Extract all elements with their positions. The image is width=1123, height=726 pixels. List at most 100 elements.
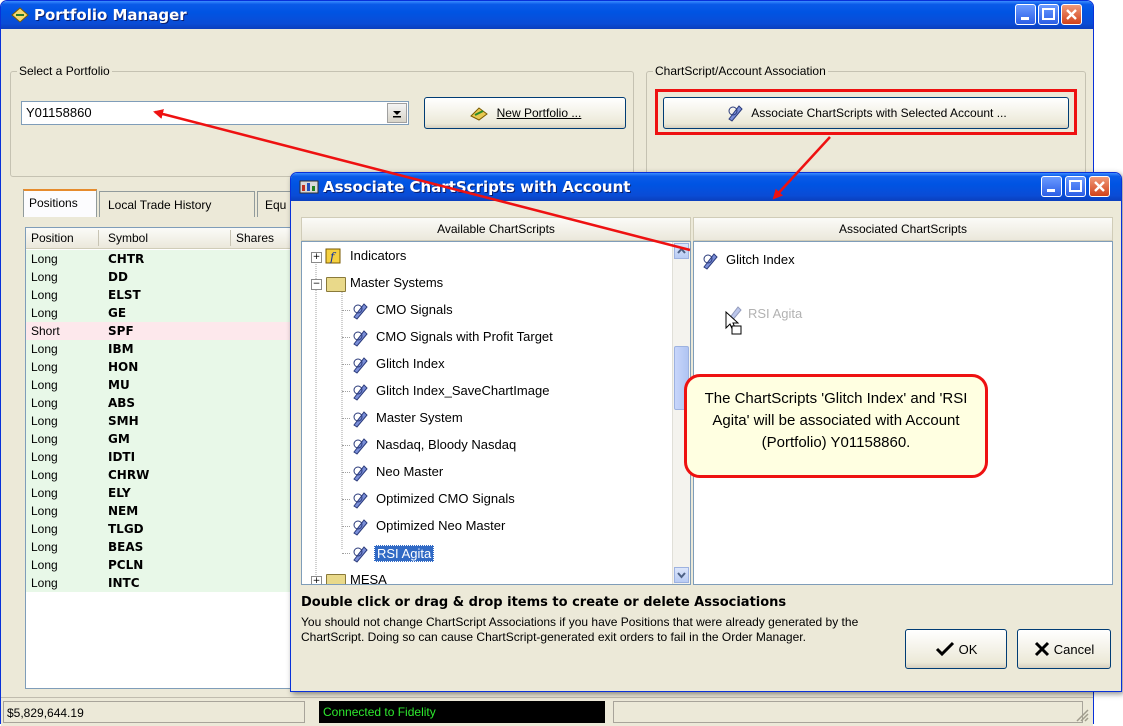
chartscript-icon bbox=[350, 436, 370, 459]
tab-equity-label: Equ bbox=[265, 198, 287, 212]
table-row[interactable]: Long TLGD bbox=[26, 520, 300, 538]
cell-symbol: IBM bbox=[108, 342, 134, 356]
close-icon bbox=[1066, 9, 1077, 20]
close-icon bbox=[1094, 181, 1105, 192]
cell-position: Long bbox=[31, 414, 58, 428]
table-row[interactable]: Long PCLN bbox=[26, 556, 300, 574]
table-row[interactable]: Long BEAS bbox=[26, 538, 300, 556]
new-portfolio-label: New Portfolio ... bbox=[496, 106, 582, 120]
cell-position: Long bbox=[31, 576, 58, 590]
associate-chartscripts-dialog: Associate ChartScripts with Account Avai… bbox=[290, 172, 1122, 692]
expand-mesa-toggle[interactable]: + bbox=[311, 576, 322, 584]
resize-grip-icon[interactable] bbox=[1075, 708, 1089, 722]
table-row[interactable]: Long IDTI bbox=[26, 448, 300, 466]
tab-local-trade-history[interactable]: Local Trade History bbox=[99, 191, 255, 217]
chartscript-icon bbox=[350, 463, 370, 486]
chartscript-icon bbox=[350, 544, 370, 567]
cell-position: Long bbox=[31, 504, 58, 518]
status-portfolio-value: $5,829,644.19 bbox=[7, 706, 84, 720]
dialog-close-button[interactable] bbox=[1089, 176, 1110, 197]
dialog-title: Associate ChartScripts with Account bbox=[323, 178, 631, 196]
dialog-minimize-button[interactable] bbox=[1041, 176, 1062, 197]
chevron-down-icon bbox=[677, 572, 686, 579]
dialog-title-bar[interactable]: Associate ChartScripts with Account bbox=[291, 173, 1121, 201]
table-row[interactable]: LongCHTR2, bbox=[26, 250, 300, 268]
tab-positions[interactable]: Positions bbox=[23, 189, 97, 217]
dialog-app-icon bbox=[299, 179, 319, 198]
cell-symbol: DD bbox=[108, 270, 128, 284]
cell-position: Long bbox=[31, 468, 58, 482]
chevron-down-icon bbox=[393, 111, 401, 118]
cell-position: Long bbox=[31, 522, 58, 536]
table-row[interactable]: ShortSPF1, bbox=[26, 322, 300, 340]
minimize-icon bbox=[1021, 17, 1029, 20]
associated-chartscripts-list[interactable]: Glitch Index RSI Agita The ChartScripts … bbox=[684, 241, 1113, 585]
chartscript-icon bbox=[350, 328, 370, 351]
cell-position: Long bbox=[31, 342, 58, 356]
table-row[interactable]: LongIBM1, bbox=[26, 340, 300, 358]
cell-position: Long bbox=[31, 360, 58, 374]
table-row[interactable]: Long INTC bbox=[26, 574, 300, 592]
column-header-position[interactable]: Position bbox=[31, 231, 74, 245]
cell-position: Long bbox=[31, 252, 58, 266]
association-group-label: ChartScript/Account Association bbox=[653, 64, 828, 78]
table-row[interactable]: Long CHRW bbox=[26, 466, 300, 484]
positions-list[interactable]: Position Symbol Shares LongCHTR2,LongDD2… bbox=[25, 227, 301, 689]
cell-symbol: IDTI bbox=[108, 450, 136, 464]
table-row[interactable]: LongELST1, bbox=[26, 286, 300, 304]
available-chartscripts-tree[interactable]: + f Indicators − Master Systems CMO Sign… bbox=[301, 241, 691, 585]
main-title-bar[interactable]: Portfolio Manager bbox=[1, 1, 1093, 29]
chartscript-icon bbox=[350, 355, 370, 378]
positions-header: Position Symbol Shares bbox=[26, 228, 300, 249]
close-button[interactable] bbox=[1061, 4, 1082, 25]
portfolio-combobox-value: Y01158860 bbox=[26, 105, 92, 120]
cell-position: Long bbox=[31, 486, 58, 500]
maximize-icon bbox=[1069, 180, 1082, 192]
scroll-down-button[interactable] bbox=[674, 567, 689, 583]
ok-button[interactable]: OK bbox=[905, 629, 1007, 669]
cell-symbol: INTC bbox=[108, 576, 140, 590]
main-window-title: Portfolio Manager bbox=[34, 6, 187, 24]
select-portfolio-label: Select a Portfolio bbox=[17, 64, 112, 78]
table-row[interactable]: LongABS1, bbox=[26, 394, 300, 412]
combobox-dropdown-button[interactable] bbox=[387, 103, 407, 123]
maximize-button[interactable] bbox=[1038, 4, 1059, 25]
cell-symbol: SPF bbox=[108, 324, 134, 338]
cell-symbol: BEAS bbox=[108, 540, 144, 554]
table-row[interactable]: LongHON1, bbox=[26, 358, 300, 376]
column-header-symbol[interactable]: Symbol bbox=[108, 231, 148, 245]
portfolio-combobox[interactable]: Y01158860 bbox=[21, 101, 409, 125]
associate-button-highlight bbox=[655, 89, 1077, 135]
cell-symbol: GM bbox=[108, 432, 130, 446]
column-header-shares[interactable]: Shares bbox=[236, 231, 274, 245]
expand-indicators-toggle[interactable]: + bbox=[311, 252, 322, 263]
tab-positions-label: Positions bbox=[29, 196, 78, 210]
cell-position: Long bbox=[31, 378, 58, 392]
cell-position: Short bbox=[31, 324, 60, 338]
collapse-master-systems-toggle[interactable]: − bbox=[311, 279, 322, 290]
chartscript-icon bbox=[350, 490, 370, 513]
cell-position: Long bbox=[31, 270, 58, 284]
table-row[interactable]: LongMU1, bbox=[26, 376, 300, 394]
cell-symbol: HON bbox=[108, 360, 139, 374]
table-row[interactable]: Long GM bbox=[26, 430, 300, 448]
cell-position: Long bbox=[31, 558, 58, 572]
cancel-button[interactable]: Cancel bbox=[1017, 629, 1111, 669]
table-row[interactable]: Long ELY bbox=[26, 484, 300, 502]
chartscript-icon bbox=[350, 517, 370, 540]
table-row[interactable]: LongDD2, bbox=[26, 268, 300, 286]
scroll-up-button[interactable] bbox=[674, 243, 689, 259]
cell-position: Long bbox=[31, 306, 58, 320]
cell-symbol: GE bbox=[108, 306, 127, 320]
available-chartscripts-header: Available ChartScripts bbox=[301, 217, 691, 241]
minimize-button[interactable] bbox=[1015, 4, 1036, 25]
chartscript-icon bbox=[350, 409, 370, 432]
table-row[interactable]: LongSMH1, bbox=[26, 412, 300, 430]
x-mark-icon bbox=[1034, 641, 1049, 657]
table-row[interactable]: Long NEM bbox=[26, 502, 300, 520]
new-portfolio-button[interactable]: New Portfolio ... bbox=[424, 97, 626, 129]
table-row[interactable]: LongGE1, bbox=[26, 304, 300, 322]
chartscript-icon bbox=[350, 301, 370, 324]
cancel-label: Cancel bbox=[1053, 641, 1095, 657]
dialog-maximize-button[interactable] bbox=[1065, 176, 1086, 197]
